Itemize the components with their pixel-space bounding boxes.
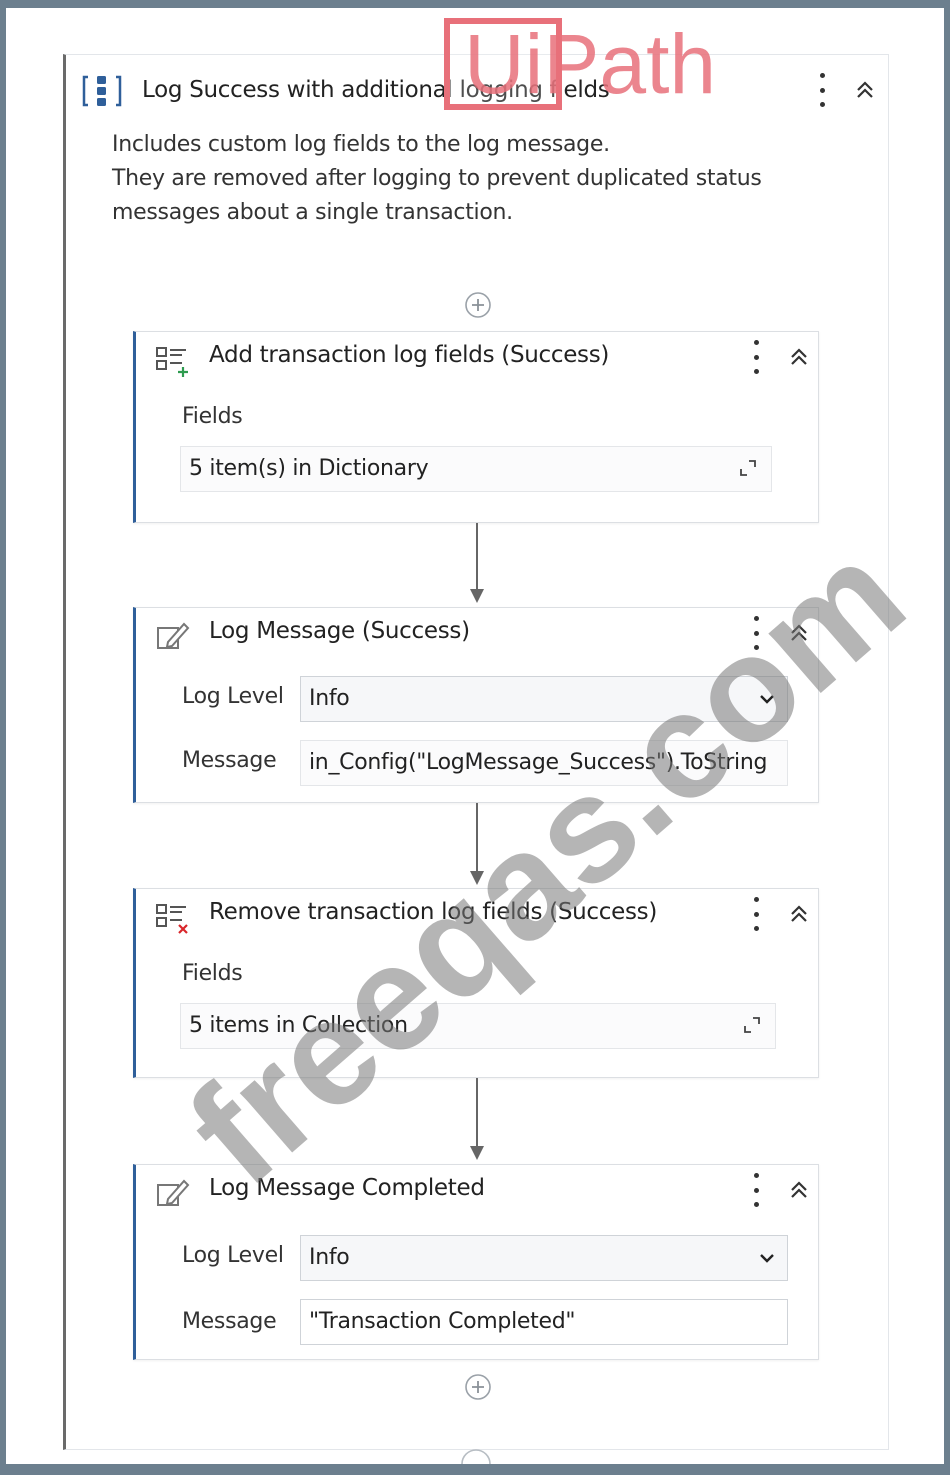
fields-input[interactable]: 5 items in Collection [180, 1003, 776, 1049]
description-line: They are removed after logging to preven… [112, 166, 762, 191]
collapse-icon[interactable] [854, 79, 876, 101]
collapse-icon[interactable] [788, 622, 810, 644]
log-level-label: Log Level [182, 1243, 284, 1268]
more-options-icon[interactable] [752, 616, 760, 650]
message-value: "Transaction Completed" [309, 1309, 576, 1334]
chevron-down-icon [760, 695, 774, 704]
remove-log-fields-icon [154, 899, 194, 943]
sequence-icon [82, 73, 122, 113]
activity-log-message-completed[interactable]: Log Message Completed Log Level Info Mes… [133, 1164, 819, 1360]
activity-remove-log-fields[interactable]: Remove transaction log fields (Success) … [133, 888, 819, 1078]
message-label: Message [182, 748, 277, 773]
add-activity-icon[interactable] [456, 1448, 496, 1464]
fields-input[interactable]: 5 item(s) in Dictionary [180, 446, 772, 492]
log-level-value: Info [309, 1245, 350, 1270]
fields-label: Fields [182, 961, 243, 986]
collapse-icon[interactable] [788, 346, 810, 368]
message-label: Message [182, 1309, 277, 1334]
flow-arrow [470, 1078, 484, 1160]
chevron-down-icon [760, 1254, 774, 1263]
add-log-fields-icon [154, 342, 194, 386]
sequence-description: Includes custom log fields to the log me… [112, 128, 832, 230]
activity-title: Log Message (Success) [209, 618, 470, 644]
description-line: Includes custom log fields to the log me… [112, 132, 610, 157]
flow-arrow [470, 803, 484, 885]
activity-log-message-success[interactable]: Log Message (Success) Log Level Info Mes… [133, 607, 819, 803]
collapse-icon[interactable] [788, 1179, 810, 1201]
message-input[interactable]: "Transaction Completed" [300, 1299, 788, 1345]
message-input[interactable]: in_Config("LogMessage_Success").ToString [300, 740, 788, 786]
message-value: in_Config("LogMessage_Success").ToString [309, 750, 768, 775]
log-level-select[interactable]: Info [300, 1235, 788, 1281]
fields-value: 5 item(s) in Dictionary [189, 456, 429, 481]
description-line: messages about a single transaction. [112, 200, 513, 225]
collapse-icon[interactable] [788, 903, 810, 925]
add-activity-icon[interactable] [464, 1373, 492, 1401]
log-level-label: Log Level [182, 684, 284, 709]
log-level-select[interactable]: Info [300, 676, 788, 722]
more-options-icon[interactable] [752, 340, 760, 374]
designer-canvas: Log Success with additional logging fiel… [6, 8, 944, 1464]
uipath-logo: UiPath [444, 16, 774, 112]
more-options-icon[interactable] [752, 897, 760, 931]
logo-text: UiPath [464, 17, 717, 111]
activity-add-log-fields[interactable]: Add transaction log fields (Success) Fie… [133, 331, 819, 523]
flow-arrow [470, 523, 484, 603]
more-options-icon[interactable] [818, 73, 826, 107]
more-options-icon[interactable] [752, 1173, 760, 1207]
log-message-icon [154, 1175, 194, 1219]
fields-label: Fields [182, 404, 243, 429]
sequence-container[interactable]: Log Success with additional logging fiel… [63, 54, 889, 1450]
expand-editor-icon[interactable] [743, 1016, 761, 1034]
expand-editor-icon[interactable] [739, 459, 757, 477]
activity-title: Remove transaction log fields (Success) [209, 899, 658, 925]
log-level-value: Info [309, 686, 350, 711]
log-message-icon [154, 618, 194, 662]
activity-title: Add transaction log fields (Success) [209, 342, 610, 368]
add-activity-icon[interactable] [464, 291, 492, 319]
fields-value: 5 items in Collection [189, 1013, 408, 1038]
activity-title: Log Message Completed [209, 1175, 485, 1201]
